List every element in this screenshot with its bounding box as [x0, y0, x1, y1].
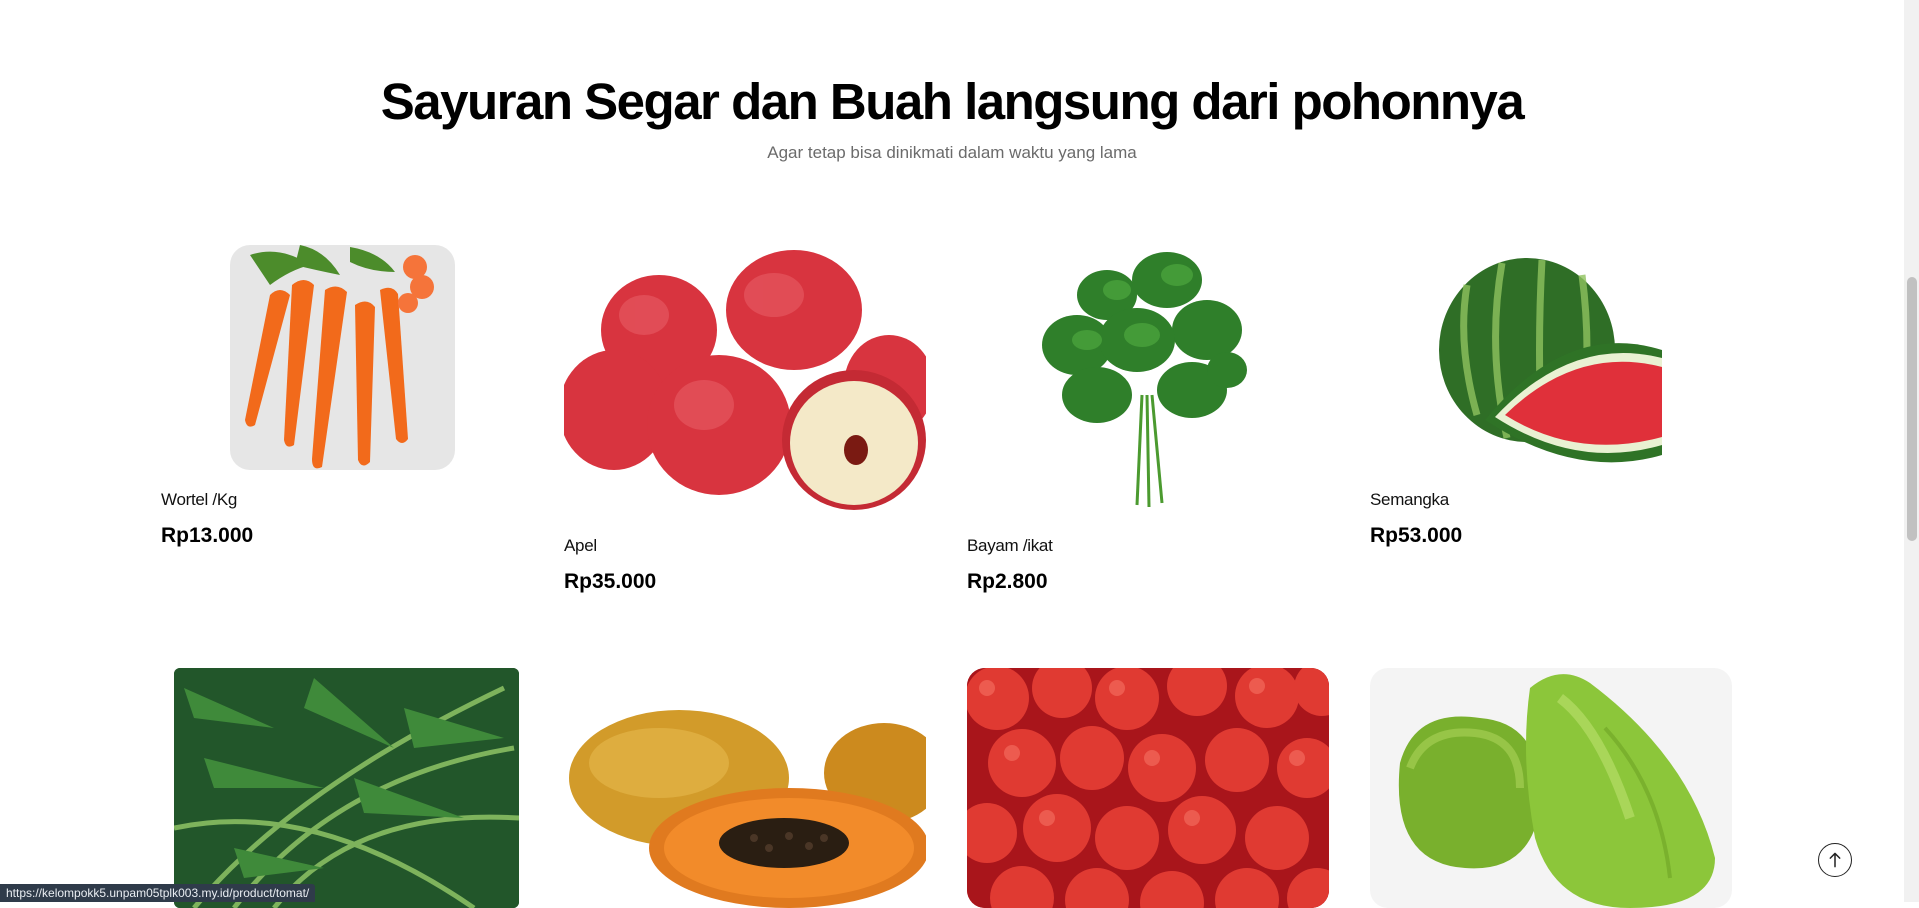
product-price: Rp13.000: [161, 524, 254, 547]
watermelon-image[interactable]: [1437, 245, 1662, 470]
product-card-semangka[interactable]: Semangka Rp53.000: [1370, 245, 1730, 565]
scrollbar-thumb[interactable]: [1907, 277, 1917, 541]
product-card-kangkung[interactable]: [174, 668, 519, 908]
product-card-labu-siam[interactable]: [1370, 668, 1732, 908]
page-scrollbar[interactable]: [1904, 0, 1919, 902]
back-to-top-button[interactable]: [1818, 843, 1852, 877]
water-spinach-image[interactable]: [174, 668, 519, 908]
product-name[interactable]: Wortel /Kg: [161, 490, 237, 510]
status-bar-url: https://kelompokk5.unpam05tplk003.my.id/…: [0, 884, 316, 902]
carrot-image[interactable]: [230, 245, 455, 470]
product-card-apel[interactable]: Apel Rp35.000: [564, 245, 926, 605]
section-subtitle: Agar tetap bisa dinikmati dalam waktu ya…: [767, 143, 1137, 162]
product-price: Rp2.800: [967, 570, 1048, 593]
product-section: Sayuran Segar dan Buah langsung dari poh…: [0, 0, 1904, 908]
papaya-image[interactable]: [564, 668, 926, 908]
product-price: Rp35.000: [564, 570, 657, 593]
product-card-wortel[interactable]: Wortel /Kg Rp13.000: [161, 245, 521, 565]
product-price: Rp53.000: [1370, 524, 1463, 547]
spinach-image[interactable]: [967, 245, 1329, 515]
product-name[interactable]: Apel: [564, 536, 597, 556]
chayote-image[interactable]: [1370, 668, 1732, 908]
product-card-bayam[interactable]: Bayam /ikat Rp2.800: [967, 245, 1329, 605]
product-card-tomat[interactable]: [967, 668, 1329, 908]
product-name[interactable]: Bayam /ikat: [967, 536, 1053, 556]
section-title: Sayuran Segar dan Buah langsung dari poh…: [380, 73, 1525, 130]
product-name[interactable]: Semangka: [1370, 490, 1449, 510]
apple-image[interactable]: [564, 245, 926, 515]
product-card-pepaya[interactable]: [564, 668, 926, 908]
arrow-up-icon: [1829, 852, 1841, 868]
tomato-image[interactable]: [967, 668, 1329, 908]
